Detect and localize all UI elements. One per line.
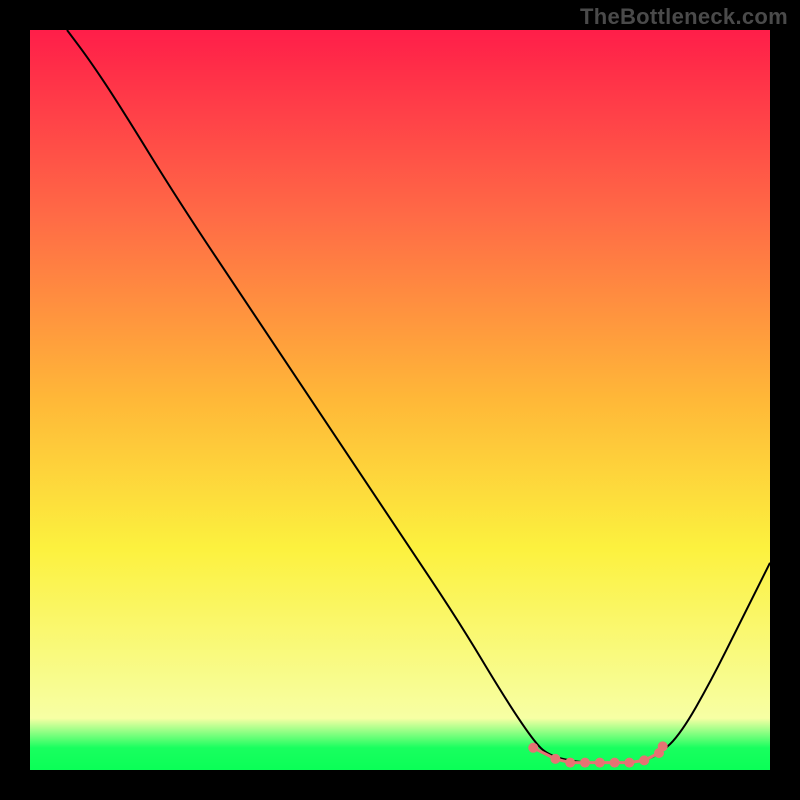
min-marker xyxy=(550,754,560,764)
min-marker xyxy=(658,741,668,751)
min-marker xyxy=(565,758,575,768)
chart-frame: TheBottleneck.com xyxy=(0,0,800,800)
markers-layer xyxy=(30,30,770,770)
plot-area xyxy=(30,30,770,770)
min-marker xyxy=(528,743,538,753)
min-marker xyxy=(610,758,620,768)
min-marker xyxy=(595,758,605,768)
watermark-text: TheBottleneck.com xyxy=(580,4,788,30)
min-marker xyxy=(639,755,649,765)
min-marker xyxy=(580,758,590,768)
min-marker xyxy=(624,758,634,768)
